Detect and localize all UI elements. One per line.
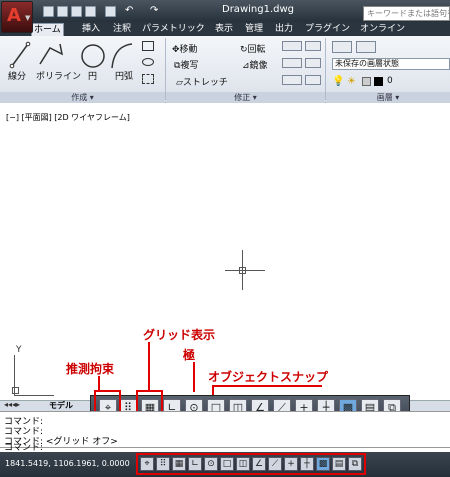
tab-view[interactable]: 表示 (215, 23, 233, 36)
mirror-button[interactable]: ⊿鏡像 (242, 58, 268, 71)
polyline-button[interactable]: ポリライン (36, 69, 81, 82)
open-file-icon[interactable] (57, 6, 68, 17)
panel-divider (325, 38, 326, 100)
highlight-status-toggles (136, 453, 366, 475)
ellipse-icon[interactable] (142, 58, 154, 66)
constraint-pointer-line (98, 376, 100, 391)
title-bar: ↶ ↷ Drawing1.dwg キーワードまたは語句を (0, 0, 450, 22)
tab-home[interactable]: ホーム (31, 23, 64, 36)
polar-annotation: 極 (183, 348, 196, 362)
tab-insert[interactable]: 挿入 (82, 23, 100, 36)
layout-nav-arrows[interactable]: ◂◂◂▸ (4, 400, 20, 409)
modify-panel-title[interactable]: 修正 ▾ (166, 92, 325, 103)
chevron-down-icon: ▼ (25, 14, 31, 22)
circle-button[interactable]: 円 (88, 69, 97, 82)
tab-manage[interactable]: 管理 (245, 23, 263, 36)
plot-icon[interactable] (105, 6, 116, 17)
rotate-icon: ↻ (240, 45, 248, 55)
grid-pointer-line (148, 342, 150, 390)
tab-online[interactable]: オンライン (360, 23, 405, 36)
application-menu-button[interactable]: A ▼ (1, 1, 33, 33)
save-icon[interactable] (71, 6, 82, 17)
osnap-bracket-top (212, 385, 322, 387)
layer-state-dropdown[interactable]: 未保存の画層状態 (332, 58, 450, 70)
draw-tools-icons (9, 41, 133, 69)
polar-pointer-line (193, 362, 195, 392)
ribbon-tab-bar: ホーム 挿入 注釈 パラメトリック 表示 管理 出力 プラグイン オンライン (0, 22, 450, 36)
move-button[interactable]: ✥移動 (172, 42, 198, 55)
autocad-logo-icon: A (7, 5, 21, 26)
pickbox (239, 267, 246, 274)
layers-panel-title[interactable]: 画層 ▾ (326, 92, 450, 103)
ucs-axis-x (14, 395, 54, 396)
rotate-button[interactable]: ↻回転 (240, 42, 266, 55)
line-button[interactable]: 線分 (8, 69, 26, 82)
coordinates-readout[interactable]: 1841.5419, 1106.1961, 0.0000 (5, 459, 130, 468)
erase-icon[interactable] (305, 41, 321, 51)
lock-icon (362, 77, 371, 86)
tab-parametric[interactable]: パラメトリック (142, 23, 205, 36)
layer-color-swatch (374, 77, 383, 86)
explode-icon[interactable] (305, 58, 321, 68)
grid-display-annotation: グリッド表示 (143, 328, 216, 342)
array-icon[interactable] (282, 75, 302, 85)
offset-icon[interactable] (305, 75, 321, 85)
panel-divider (165, 38, 166, 100)
tab-plugins[interactable]: プラグイン (305, 23, 350, 36)
search-input[interactable]: キーワードまたは語句を (363, 6, 450, 21)
layer-properties-icon[interactable] (332, 41, 352, 53)
save-as-icon[interactable] (85, 6, 96, 17)
trim-icon[interactable] (282, 41, 302, 51)
redo-icon[interactable]: ↷ (150, 6, 161, 17)
tab-output[interactable]: 出力 (275, 23, 293, 36)
rectangle-icon[interactable] (142, 41, 154, 51)
layer-states-icon[interactable] (356, 41, 376, 53)
object-snap-annotation: オブジェクトスナップ (208, 370, 329, 384)
document-title: Drawing1.dwg (222, 4, 294, 15)
undo-icon[interactable]: ↶ (125, 6, 136, 17)
move-icon: ✥ (172, 45, 180, 55)
hatch-icon[interactable] (142, 74, 154, 84)
new-file-icon[interactable] (43, 6, 54, 17)
arc-button[interactable]: 円弧 (115, 69, 133, 82)
osnap-bracket-left (212, 385, 214, 395)
ribbon: 線分 ポリライン 円 円弧 ✥移動 ↻回転 ⧉複写 ⊿鏡像 ▱ストレッチ 未保存… (0, 36, 450, 103)
ucs-origin-icon (12, 387, 19, 394)
mirror-icon: ⊿ (242, 61, 250, 71)
copy-button[interactable]: ⧉複写 (174, 58, 198, 71)
sun-icon: ☀ (347, 76, 356, 87)
current-layer[interactable]: 0 (387, 76, 393, 86)
command-window[interactable]: コマンド: コマンド: コマンド: <グリッド オフ> (0, 411, 450, 448)
infer-constraints-annotation: 推測拘束 (66, 362, 115, 376)
fillet-icon[interactable] (282, 58, 302, 68)
tab-annotate[interactable]: 注釈 (113, 23, 131, 36)
stretch-button[interactable]: ▱ストレッチ (176, 75, 228, 88)
tab-model[interactable]: モデル (49, 400, 73, 411)
lightbulb-icon: 💡 (332, 76, 345, 87)
stretch-icon: ▱ (176, 78, 183, 88)
draw-panel-title[interactable]: 作成 ▾ (0, 92, 165, 103)
ucs-y-label: Y (16, 345, 22, 355)
